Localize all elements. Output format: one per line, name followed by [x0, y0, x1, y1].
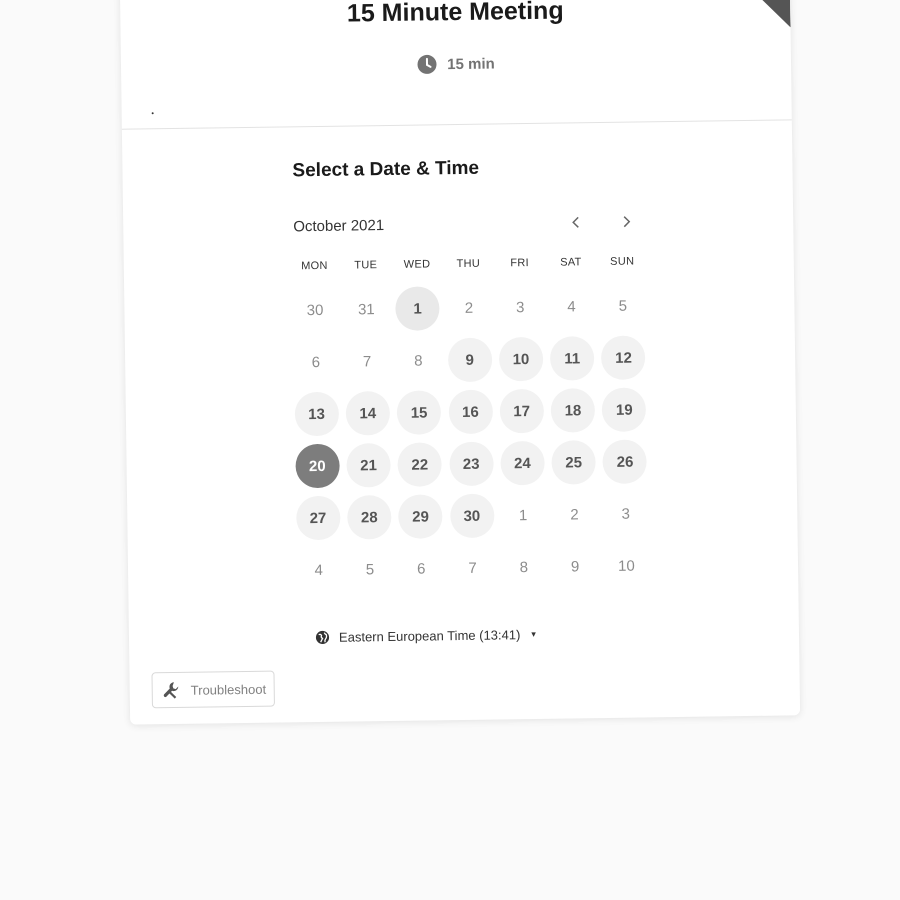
- chevron-left-icon: [572, 216, 579, 228]
- calendar-day: 31: [357, 300, 375, 318]
- calendar-day: 10: [617, 557, 635, 575]
- month-nav-buttons: [564, 210, 638, 235]
- calendar-day: 5: [618, 297, 628, 315]
- troubleshoot-button[interactable]: Troubleshoot: [151, 670, 276, 709]
- available-day[interactable]: 29: [398, 494, 443, 539]
- weekday-header: SAT: [560, 256, 582, 269]
- calendar-day: 6: [311, 353, 321, 371]
- available-day[interactable]: 23: [448, 441, 494, 487]
- available-day[interactable]: 16: [448, 389, 493, 435]
- available-day[interactable]: 21: [346, 442, 391, 488]
- calendar-grid: MON TUE WED THU FRI SAT SUN 30 31 1 2 3 4 5 6 7 8 9 10 11 12…: [289, 253, 653, 592]
- available-day[interactable]: 17: [499, 388, 544, 434]
- weekday-header: FRI: [510, 257, 530, 270]
- calendar-day: 2: [464, 299, 474, 317]
- calendar-day: 1: [518, 506, 528, 524]
- calendar-day: 6: [416, 560, 426, 578]
- weekday-header: SUN: [610, 255, 635, 268]
- available-day[interactable]: 11: [549, 336, 595, 381]
- available-day[interactable]: 19: [601, 387, 647, 433]
- calendar-day: 8: [519, 558, 529, 576]
- calendar-day: 3: [515, 298, 525, 316]
- troubleshoot-label: Troubleshoot: [190, 681, 267, 698]
- clock-icon: [417, 54, 437, 74]
- weekday-header: THU: [456, 257, 481, 271]
- calendar-day: 7: [362, 352, 372, 370]
- available-day[interactable]: 26: [602, 439, 648, 485]
- previous-month-button[interactable]: [564, 210, 588, 234]
- available-day[interactable]: 22: [397, 442, 443, 487]
- weekday-header: MON: [301, 259, 328, 273]
- timezone-selector[interactable]: Eastern European Time (13:41) ▾: [315, 627, 536, 645]
- caret-down-icon: ▾: [531, 628, 536, 640]
- calendar-day: 7: [468, 559, 477, 577]
- available-day[interactable]: 30: [449, 493, 495, 539]
- available-day[interactable]: 12: [601, 335, 646, 381]
- divider: [121, 119, 792, 130]
- available-day[interactable]: 27: [295, 495, 341, 541]
- weekday-header: TUE: [354, 259, 378, 272]
- month-navigation: October 2021: [293, 210, 638, 239]
- available-day[interactable]: 18: [550, 388, 596, 433]
- calendar-day: 4: [567, 297, 576, 315]
- available-day[interactable]: 9: [447, 337, 492, 383]
- calendar-heading: Select a Date & Time: [292, 157, 480, 182]
- selected-day[interactable]: 20: [294, 443, 340, 489]
- available-day[interactable]: 25: [551, 440, 597, 485]
- available-day[interactable]: 28: [346, 494, 392, 540]
- available-day[interactable]: 15: [396, 390, 442, 435]
- separator-dot: [151, 112, 154, 115]
- available-day[interactable]: 10: [498, 336, 544, 382]
- event-duration: 15 min: [121, 49, 791, 78]
- calendar-day: 4: [314, 561, 323, 579]
- month-label: October 2021: [293, 216, 385, 235]
- calendar-day: 8: [414, 352, 423, 370]
- weekday-header: WED: [403, 258, 431, 271]
- calendar-day: 3: [621, 505, 631, 523]
- globe-icon: [315, 630, 330, 645]
- available-day[interactable]: 14: [345, 390, 391, 436]
- next-month-button[interactable]: [614, 210, 638, 234]
- booking-card: 15 Minute Meeting 15 min Select a Date &…: [119, 0, 801, 725]
- calendar-day: 1: [395, 286, 440, 331]
- chevron-right-icon: [623, 216, 631, 228]
- timezone-label: Eastern European Time (13:41): [338, 627, 521, 645]
- available-day[interactable]: 13: [294, 391, 339, 437]
- wrench-icon: [161, 679, 183, 701]
- event-title: 15 Minute Meeting: [346, 0, 564, 28]
- calendar-day: 9: [570, 557, 580, 575]
- calendar-day: 5: [365, 560, 375, 578]
- calendar-day: 2: [570, 505, 579, 523]
- duration-label: 15 min: [447, 54, 495, 73]
- calendar-day: 30: [306, 301, 324, 319]
- available-day[interactable]: 24: [500, 440, 545, 486]
